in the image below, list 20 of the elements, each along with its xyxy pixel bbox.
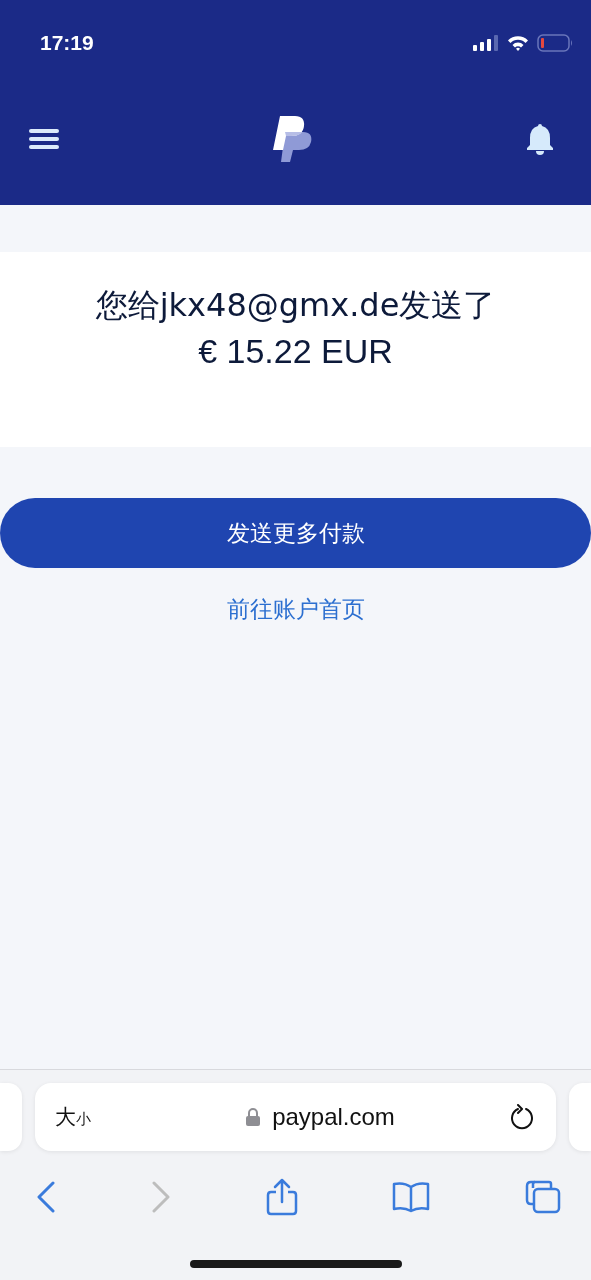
logo-icon <box>272 116 313 162</box>
lock-icon <box>246 1108 261 1126</box>
amount-text: € 15.22 EUR <box>198 331 393 372</box>
status-time: 17:19 <box>40 30 94 55</box>
battery-icon <box>537 33 573 52</box>
wifi-icon <box>507 34 529 51</box>
url-text: paypal.com <box>272 1103 395 1131</box>
share-icon[interactable] <box>265 1178 298 1216</box>
tabs-icon[interactable] <box>525 1180 561 1214</box>
confirmation-text: 您给jkx48@gmx.de发送了 <box>95 285 496 326</box>
back-icon[interactable] <box>36 1181 56 1213</box>
send-more-button[interactable]: 发送更多付款 <box>0 498 591 568</box>
text-size-button[interactable]: 大小 <box>55 1103 91 1131</box>
bell-icon[interactable] <box>526 123 554 155</box>
reload-icon[interactable] <box>510 1104 534 1130</box>
account-home-link[interactable]: 前往账户首页 <box>226 594 365 625</box>
book-icon[interactable] <box>392 1181 431 1213</box>
address-bar[interactable]: 大小 paypal.com <box>35 1083 556 1151</box>
signal-icon <box>473 34 499 51</box>
menu-icon[interactable] <box>29 128 59 150</box>
